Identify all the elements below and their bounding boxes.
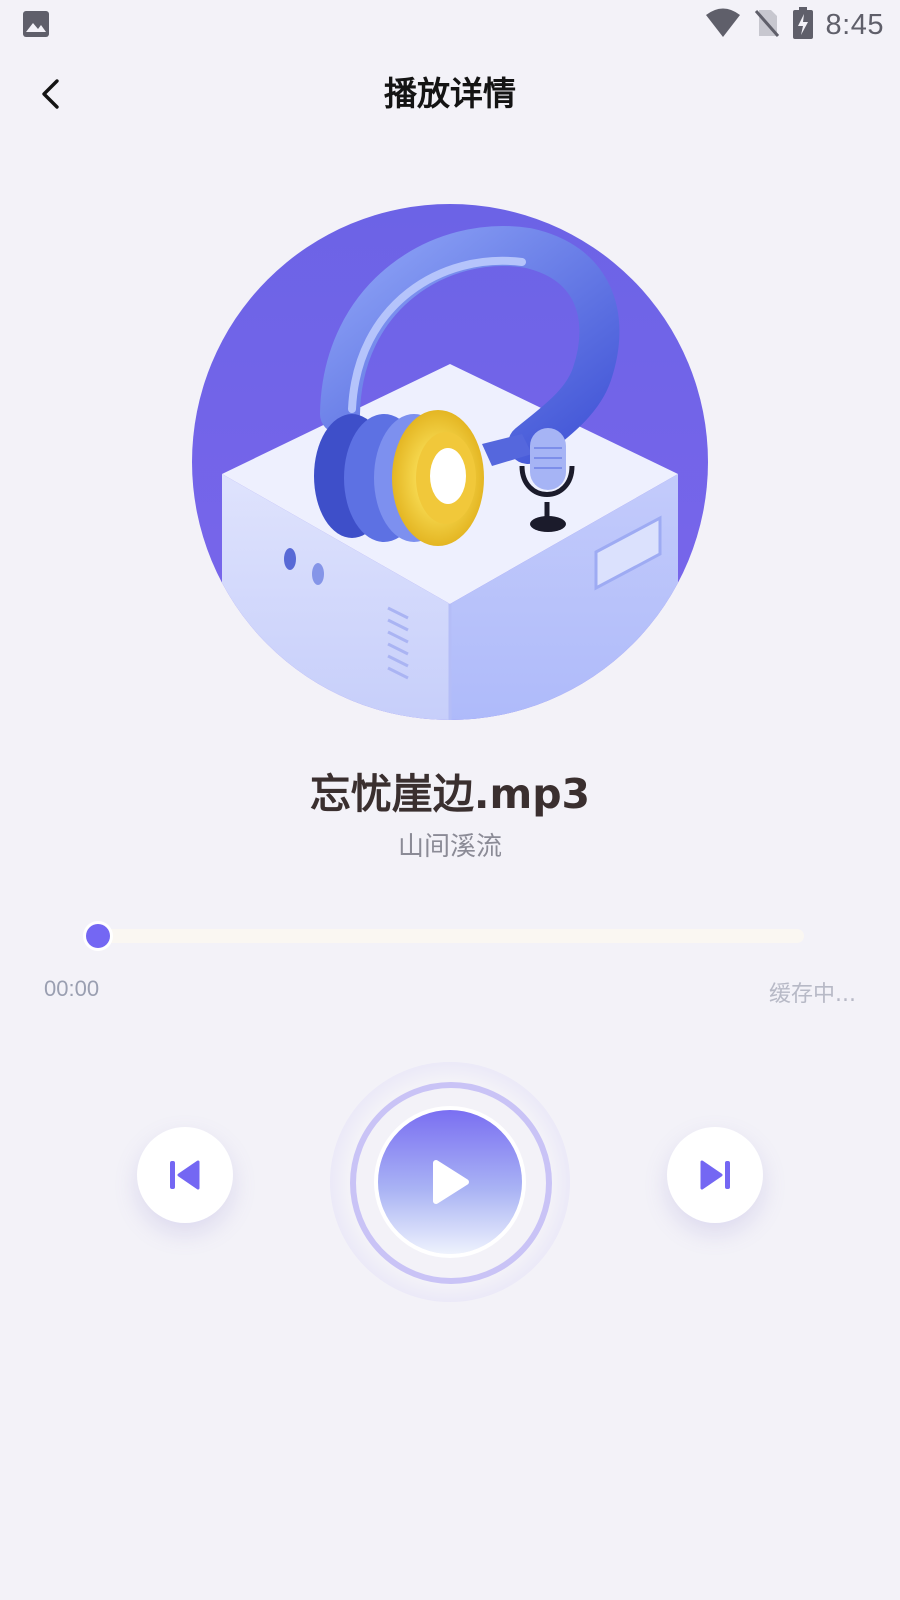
current-time: 00:00 xyxy=(44,976,100,1001)
track-title: 忘忧崖边.mp3 xyxy=(309,770,591,818)
progress-thumb[interactable] xyxy=(86,924,110,948)
skip-next-icon xyxy=(700,1160,730,1190)
progress-track[interactable] xyxy=(94,929,804,943)
header: 播放详情 xyxy=(0,60,900,130)
skip-previous-icon xyxy=(170,1160,200,1190)
play-icon xyxy=(433,1160,469,1204)
page-title: 播放详情 xyxy=(384,74,516,113)
wifi-icon xyxy=(704,8,742,42)
next-button[interactable] xyxy=(667,1127,763,1223)
track-artist: 山间溪流 xyxy=(397,832,502,862)
play-control xyxy=(330,1062,570,1302)
progress-slider[interactable] xyxy=(86,924,804,948)
status-bar: 8:45 xyxy=(0,0,900,50)
previous-button[interactable] xyxy=(137,1127,233,1223)
buffering-status: 缓存中... xyxy=(769,982,856,1007)
status-time: 8:45 xyxy=(825,8,884,41)
album-cover xyxy=(192,204,708,720)
play-button[interactable] xyxy=(378,1110,522,1254)
headphones-illustration xyxy=(192,204,708,720)
no-sim-icon xyxy=(754,8,780,42)
battery-charging-icon xyxy=(792,7,814,43)
image-icon xyxy=(22,10,50,38)
